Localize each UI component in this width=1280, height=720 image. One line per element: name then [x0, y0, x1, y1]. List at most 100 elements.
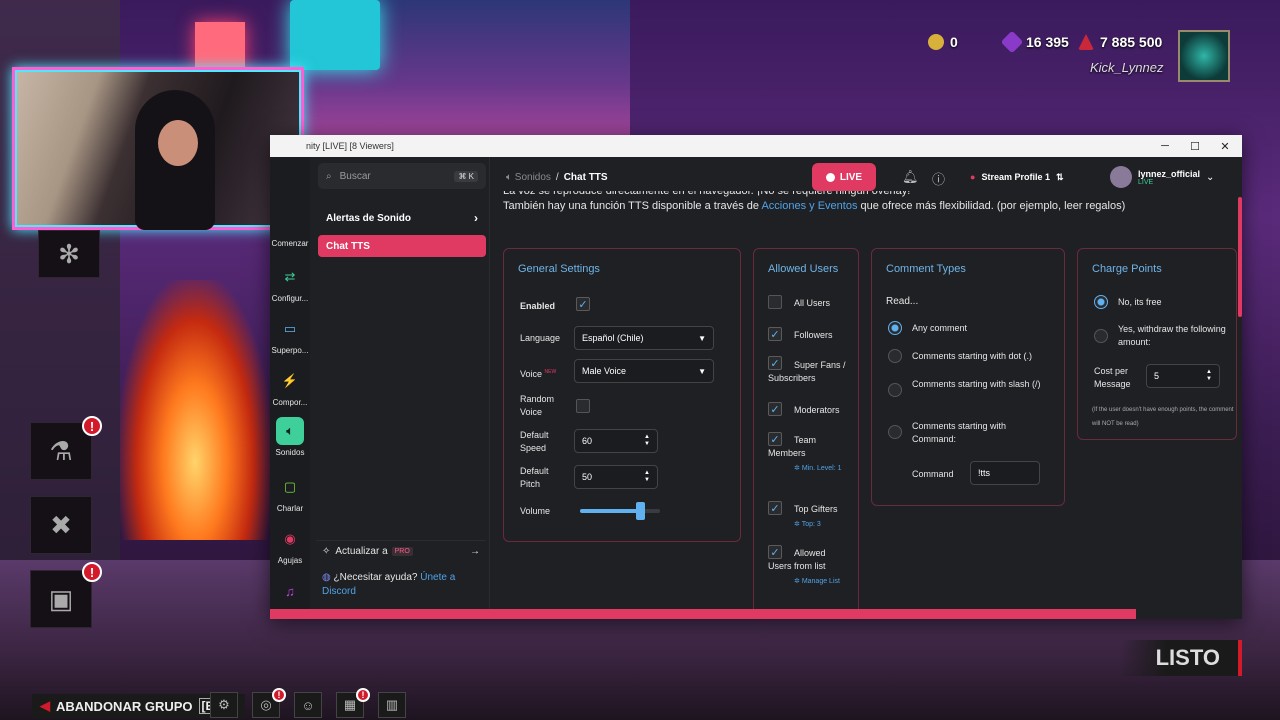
minimize-icon[interactable]: ─: [1150, 135, 1180, 157]
gauge-icon: ◉: [284, 531, 296, 546]
speaker-icon: 🔈︎: [276, 417, 304, 445]
help-icon[interactable]: ⓘ: [932, 169, 945, 188]
intro-text: La voz se reproduce directamente en el n…: [503, 191, 1126, 212]
chevron-updown-icon: ⇅: [1055, 171, 1064, 182]
main-content: 🔈︎ Sonidos / Chat TTS LIVE 🔔︎ ⓘ ● Stream…: [490, 157, 1242, 619]
top-gifters-checkbox[interactable]: ✓: [768, 501, 782, 515]
withdraw-radio[interactable]: [1094, 329, 1108, 343]
breadcrumb-parent[interactable]: Sonidos: [515, 172, 551, 183]
back-arrow-icon: ◀: [40, 698, 50, 713]
game-perk-icon: ✻: [38, 230, 100, 278]
help-block: ◍ ¿Necesitar ayuda? Únete a Discord: [322, 572, 456, 597]
hud-auric-cells: 7 885 500: [1078, 34, 1162, 50]
shard-icon: [1000, 30, 1024, 54]
card-title: Comment Types: [886, 263, 966, 275]
free-radio[interactable]: [1094, 295, 1108, 309]
manage-list-link[interactable]: ✲ Manage List: [794, 577, 844, 586]
rail-item-sonidos[interactable]: 🔈︎ Sonidos: [270, 417, 310, 457]
rail-item-comportamiento[interactable]: ⚡ Compor...: [270, 367, 310, 407]
speaker-icon: 🔈︎: [506, 171, 515, 183]
stepper-arrows-icon: ▲ ▼: [644, 470, 650, 483]
team-min-level-link[interactable]: ✲ Min. Level: 1: [794, 464, 850, 473]
sidebar-item-chat-tts[interactable]: Chat TTS: [318, 235, 486, 257]
alert-icon: !: [82, 562, 102, 582]
alert-icon: !: [356, 688, 370, 702]
player-avatar[interactable]: [1178, 30, 1230, 82]
gear-icon[interactable]: ⚙: [210, 692, 238, 718]
neon-sign-cyan: [290, 0, 380, 70]
card-title: General Settings: [518, 263, 600, 275]
hud-shards: 16 395: [1000, 30, 1069, 54]
alert-icon: !: [272, 688, 286, 702]
close-icon[interactable]: ✕: [1210, 135, 1240, 157]
user-menu[interactable]: lynnez_official LIVE ⌄: [1110, 163, 1214, 191]
rail-item-comenzar[interactable]: Comenzar: [270, 239, 310, 248]
game-map-icon: ✖: [30, 496, 92, 554]
rail-item-superposiciones[interactable]: ▭ Superpo...: [270, 315, 310, 355]
volume-fill: [580, 509, 640, 513]
monitor-icon: ▭: [283, 321, 297, 336]
pitch-stepper[interactable]: 50 ▲ ▼: [574, 465, 658, 489]
sidebar-item-alertas[interactable]: Alertas de Sonido ›: [318, 207, 486, 229]
profile-icon: ●: [970, 172, 976, 182]
upgrade-link[interactable]: ✧ Actualizar a PRO →: [316, 540, 486, 562]
search-input[interactable]: ⌕ Buscar ⌘ K: [318, 163, 486, 189]
cell-icon: [1078, 34, 1094, 50]
caret-down-icon: ▼: [698, 333, 706, 343]
enabled-checkbox[interactable]: ✓: [576, 297, 590, 311]
search-icon: ⌕: [326, 170, 332, 182]
stream-profile-select[interactable]: ● Stream Profile 1 ⇅: [970, 163, 1090, 191]
any-comment-radio[interactable]: [888, 321, 902, 335]
stepper-arrows-icon: ▲ ▼: [1206, 369, 1212, 382]
webcam-overlay: [12, 67, 304, 230]
social-icon[interactable]: ☺: [294, 692, 322, 718]
volume-slider[interactable]: [580, 502, 660, 520]
hud-bloodpoints: 0: [928, 34, 958, 50]
rail-item-configuracion[interactable]: ⇄ Configur...: [270, 263, 310, 303]
language-select[interactable]: Español (Chile) ▼: [574, 326, 714, 350]
slash-comment-radio[interactable]: [888, 383, 902, 397]
neon-sign-pink: [195, 22, 245, 72]
coin-icon: [928, 34, 944, 50]
charge-points-card: Charge Points No, its free Yes, withdraw…: [1077, 248, 1237, 440]
rail-item-agujas[interactable]: ◉ Agujas: [270, 525, 310, 565]
card-title: Allowed Users: [768, 263, 839, 275]
stats-icon[interactable]: ▥: [378, 692, 406, 718]
window-title: nity [LIVE] [8 Viewers]: [306, 141, 394, 151]
streamer-face: [158, 120, 198, 166]
window-titlebar: nity [LIVE] [8 Viewers] ─ ☐ ✕: [270, 135, 1242, 157]
live-button[interactable]: LIVE: [812, 163, 876, 191]
bell-icon[interactable]: 🔔︎: [902, 169, 919, 185]
caret-down-icon: ▼: [698, 366, 706, 376]
avatar: [1110, 166, 1132, 188]
campfire: [120, 280, 270, 540]
bottom-progress-bar: [270, 609, 1136, 619]
maximize-icon[interactable]: ☐: [1180, 135, 1210, 157]
swap-icon: ⇄: [284, 269, 296, 284]
rail-item-charlar[interactable]: ▢ Charlar: [270, 473, 310, 513]
sparkle-icon: ✧: [322, 546, 331, 557]
actions-link[interactable]: Acciones y Eventos: [761, 200, 857, 212]
breadcrumb-current: Chat TTS: [563, 171, 608, 183]
top-gifters-link[interactable]: ✲ Top: 3: [794, 520, 821, 529]
random-voice-checkbox[interactable]: [576, 399, 590, 413]
voice-select[interactable]: Male Voice ▼: [574, 359, 714, 383]
all-users-checkbox[interactable]: [768, 295, 782, 309]
rail-item-music[interactable]: ♫: [270, 577, 310, 608]
shortcut-badge: ⌘ K: [454, 170, 478, 182]
volume-thumb[interactable]: [636, 502, 645, 520]
sidebar: ⌕ Buscar ⌘ K Alertas de Sonido › Chat TT…: [310, 157, 490, 619]
dot-comment-radio[interactable]: [888, 349, 902, 363]
cost-stepper[interactable]: 5 ▲ ▼: [1146, 364, 1220, 388]
general-settings-card: General Settings Enabled ✓ Language Espa…: [503, 248, 741, 542]
moderators-checkbox[interactable]: ✓: [768, 402, 782, 416]
followers-checkbox[interactable]: ✓: [768, 327, 782, 341]
ready-button[interactable]: LISTO: [1120, 640, 1242, 676]
music-icon: ♫: [285, 583, 295, 599]
command-comment-radio[interactable]: [888, 425, 902, 439]
scrollbar[interactable]: [1238, 197, 1242, 317]
command-input[interactable]: !tts: [970, 461, 1040, 485]
discord-icon: ◍: [322, 572, 331, 583]
speed-stepper[interactable]: 60 ▲ ▼: [574, 429, 658, 453]
nav-rail: Comenzar ⇄ Configur... ▭ Superpo... ⚡ Co…: [270, 157, 310, 619]
